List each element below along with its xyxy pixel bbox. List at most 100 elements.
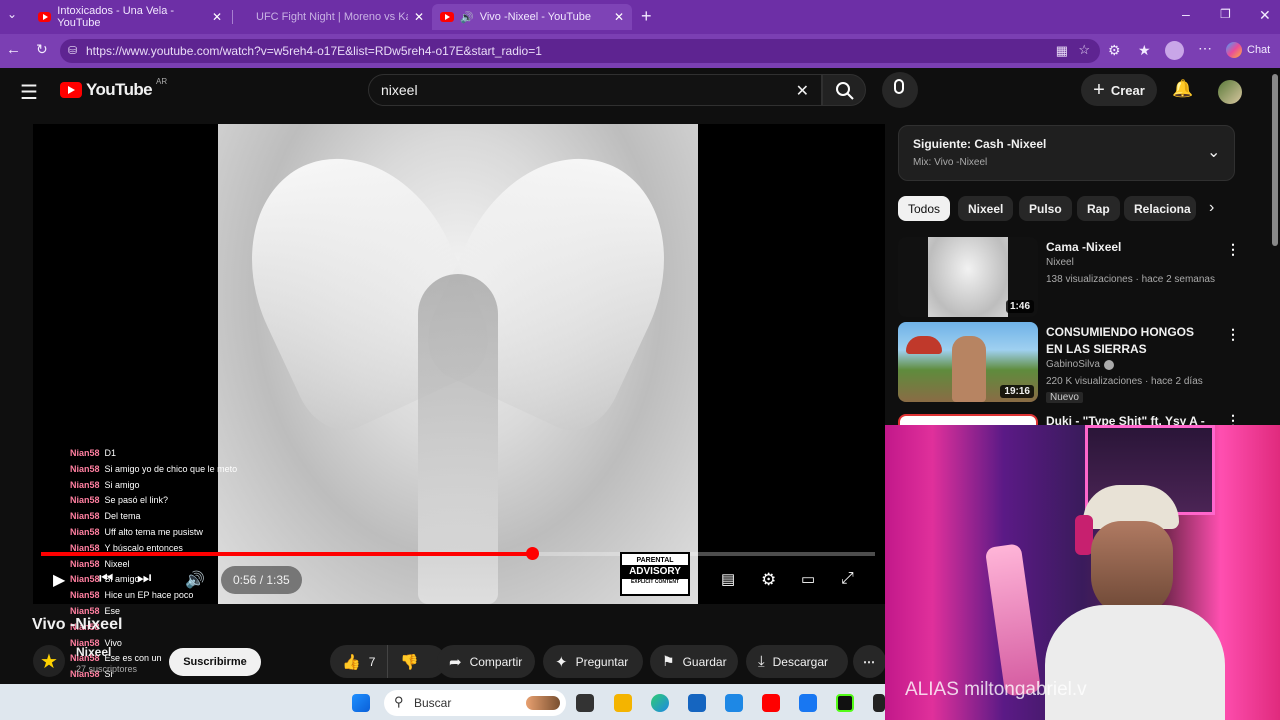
site-info-icon[interactable]: ⛁: [68, 44, 77, 57]
youtube-play-logo-icon: [60, 82, 82, 98]
chat-label: Chat: [1247, 44, 1271, 56]
like-count: 7: [368, 654, 376, 669]
share-button[interactable]: ➦ Compartir: [437, 645, 535, 678]
minimize-icon[interactable]: –: [1182, 6, 1190, 22]
recommendation-item[interactable]: 1:46 Cama -Nixeel Nixeel 138 visualizaci…: [898, 237, 1240, 319]
play-icon[interactable]: ▶: [53, 570, 65, 590]
close-tab-icon[interactable]: ✕: [414, 10, 424, 24]
chip-relacionados[interactable]: Relaciona: [1124, 196, 1196, 221]
account-avatar[interactable]: [1218, 80, 1242, 104]
tab-list-chevron-icon[interactable]: ⌄: [7, 7, 17, 21]
voice-search-button[interactable]: [882, 72, 918, 108]
video-title: Vivo -Nixeel: [32, 616, 123, 633]
chat-text: Ese es con un: [104, 653, 162, 664]
close-tab-icon[interactable]: ✕: [614, 10, 624, 24]
profile-avatar[interactable]: [1165, 41, 1184, 60]
tab-intoxicados[interactable]: Intoxicados - Una Vela - YouTube ✕: [30, 4, 230, 30]
subtitles-icon[interactable]: ▤: [721, 570, 735, 588]
facebook-icon[interactable]: [799, 694, 817, 712]
taskbar-search-input[interactable]: ⚲ Buscar: [384, 690, 566, 716]
channel-avatar[interactable]: ★: [33, 645, 65, 677]
tab-ufc[interactable]: UFC Fight Night | Moreno vs Kava ✕: [236, 4, 432, 30]
chip-todos[interactable]: Todos: [898, 196, 951, 221]
chip-rap[interactable]: Rap: [1077, 196, 1120, 221]
download-button[interactable]: ⤓ Descargar: [746, 645, 848, 678]
webcam-overlay-text: ALIAS miltongabriel.v: [905, 679, 1087, 700]
speaker-icon[interactable]: 🔊: [460, 11, 474, 24]
save-label: Guardar: [682, 654, 727, 669]
video-thumbnail[interactable]: 1:46: [898, 237, 1038, 317]
notifications-bell-icon[interactable]: 🔔: [1172, 79, 1193, 99]
back-icon[interactable]: ←: [6, 41, 21, 58]
hamburger-menu-icon[interactable]: ☰: [20, 80, 38, 105]
theater-mode-icon[interactable]: ▭: [801, 570, 815, 588]
chat-message: Nian58 Nixeel: [70, 559, 270, 575]
up-next-subtitle: Mix: Vivo -Nixeel: [913, 157, 988, 168]
reload-icon[interactable]: ↻: [36, 41, 48, 58]
chat-text: Uff alto tema me pusistw: [104, 526, 203, 537]
new-tab-icon[interactable]: +: [641, 6, 652, 27]
create-button[interactable]: + Crear: [1081, 74, 1157, 106]
task-view-icon[interactable]: [576, 694, 594, 712]
youtube-header: ☰ YouTube AR nixeel ✕ + Crear 🔔: [0, 68, 1280, 114]
edge-browser-icon[interactable]: [651, 694, 669, 712]
streamer-webcam: ALIAS miltongabriel.v: [885, 425, 1280, 720]
channel-name[interactable]: GabinoSilva: [1046, 359, 1114, 370]
chat-text: Del tema: [104, 511, 141, 522]
chat-text: Hice un EP hace poco: [104, 590, 194, 601]
chat-message: Nian58 Uff alto tema me pusistw: [70, 527, 270, 543]
fullscreen-icon[interactable]: ⤢: [841, 570, 854, 588]
file-explorer-icon[interactable]: [614, 694, 632, 712]
url-field[interactable]: ⛁ https://www.youtube.com/watch?v=w5reh4…: [60, 39, 1100, 63]
microphone-icon: [894, 79, 904, 94]
more-actions-button[interactable]: ⋯: [853, 645, 886, 678]
windows-start-icon[interactable]: [352, 694, 370, 712]
overflow-app-icon[interactable]: [873, 694, 885, 712]
up-next-panel[interactable]: Siguiente: Cash -Nixeel Mix: Vivo -Nixee…: [898, 125, 1235, 181]
close-tab-icon[interactable]: ✕: [212, 10, 222, 24]
search-button[interactable]: [822, 74, 866, 106]
plus-icon: +: [1093, 78, 1105, 101]
copilot-chat-button[interactable]: Chat: [1226, 42, 1270, 58]
maximize-icon[interactable]: ❐: [1220, 7, 1231, 21]
save-button[interactable]: ⚑ Guardar: [650, 645, 738, 678]
dislike-button[interactable]: 👎: [388, 653, 431, 671]
channel-name[interactable]: Nixeel: [76, 645, 111, 659]
youtube-app-icon[interactable]: [762, 694, 780, 712]
chat-text: Si amigo: [104, 479, 140, 490]
up-next-title: Siguiente: Cash -Nixeel: [913, 137, 1047, 151]
more-vertical-icon[interactable]: ⋮: [1226, 241, 1240, 258]
more-vertical-icon[interactable]: ⋮: [1226, 326, 1240, 343]
tab-vivo-nixeel[interactable]: 🔊 Vivo -Nixeel - YouTube ✕: [432, 4, 632, 30]
favorite-star-icon[interactable]: ☆: [1078, 42, 1090, 58]
chat-message: Nian58 Si amigo yo de chico que le meto: [70, 464, 270, 480]
extensions-icon[interactable]: ⚙: [1108, 42, 1121, 59]
subscribe-button[interactable]: Suscribirme: [169, 648, 261, 676]
chat-message: Nian58 Del tema: [70, 511, 270, 527]
like-button[interactable]: 👍 7: [330, 645, 389, 678]
video-thumbnail[interactable]: 19:16: [898, 322, 1038, 402]
video-meta: 220 K visualizaciones · hace 2 días: [1046, 376, 1203, 387]
more-menu-icon[interactable]: ⋯: [1198, 40, 1212, 57]
recommendation-item[interactable]: 19:16 CONSUMIENDO HONGOS EN LAS SIERRAS …: [898, 322, 1240, 404]
chat-text: Si amigo: [104, 574, 140, 585]
youtube-logo[interactable]: YouTube AR: [60, 77, 167, 100]
scrollbar-thumb[interactable]: [1272, 74, 1278, 246]
ask-button[interactable]: ✦ Preguntar: [543, 645, 643, 678]
store-icon[interactable]: [688, 694, 706, 712]
mail-icon[interactable]: [725, 694, 743, 712]
apps-icon[interactable]: ▦: [1056, 43, 1068, 59]
search-input[interactable]: nixeel ✕: [368, 74, 822, 106]
chevron-down-icon[interactable]: ⌄: [1207, 142, 1220, 162]
settings-gear-icon[interactable]: ⚙: [761, 570, 776, 590]
clear-search-icon[interactable]: ✕: [796, 81, 809, 101]
page-scrollbar[interactable]: [1270, 68, 1280, 428]
favorites-icon[interactable]: ★: [1138, 42, 1151, 59]
kick-icon[interactable]: [836, 694, 854, 712]
chevron-right-icon[interactable]: ›: [1209, 199, 1214, 217]
chip-nixeel[interactable]: Nixeel: [958, 196, 1014, 221]
close-window-icon[interactable]: ✕: [1259, 7, 1271, 24]
chat-message: Nian58 Si amigo: [70, 480, 270, 496]
channel-name[interactable]: Nixeel: [1046, 257, 1074, 268]
chip-pulso[interactable]: Pulso: [1019, 196, 1072, 221]
